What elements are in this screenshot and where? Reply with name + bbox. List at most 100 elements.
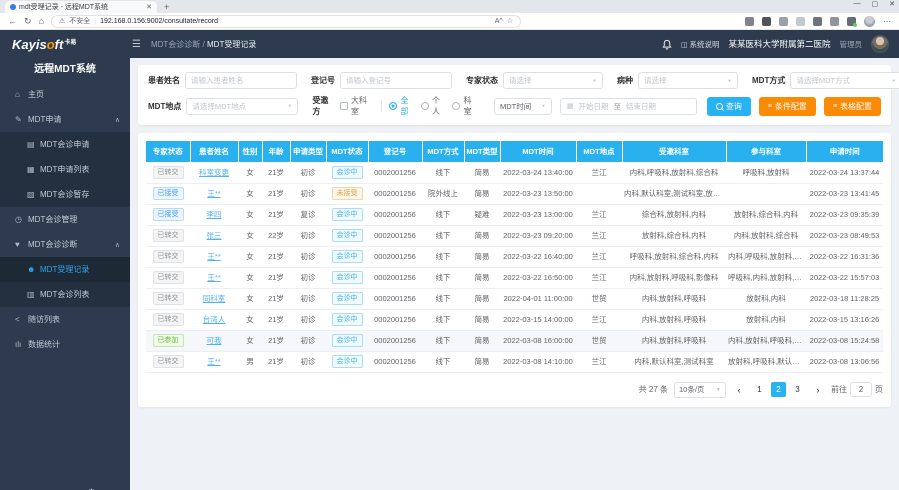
mdt-mode-select[interactable]: 请选择MDT方式▼ (790, 72, 899, 89)
table-cell: 兰江 (576, 225, 622, 246)
table-cell: 2022-03-15 13:16:26 (806, 309, 883, 330)
main-content: 患者姓名 登记号 专家状态 请选择▼ 病种 请选择▼ MDT方式 请选择MDT方… (130, 58, 899, 490)
reg-no-label: 登记号 (311, 75, 335, 86)
patient-name-link[interactable]: 可我 (207, 336, 222, 345)
column-header: MDT方式 (422, 141, 464, 162)
goto-page-input[interactable] (850, 382, 872, 397)
status-badge: 已转交 (153, 313, 184, 326)
extension-icon[interactable] (830, 17, 839, 26)
read-aloud-icon[interactable]: A^ (495, 18, 503, 25)
patient-name-link[interactable]: 王** (207, 273, 220, 282)
favorite-star-icon[interactable]: ☆ (507, 17, 513, 25)
patient-name-link[interactable]: 王** (207, 252, 220, 261)
table-cell: 线下 (422, 351, 464, 372)
sidebar-collapse-icon[interactable]: ☰ (132, 39, 141, 50)
browser-menu-icon[interactable]: ⋯ (883, 17, 891, 26)
browser-profile-icon[interactable] (864, 16, 875, 27)
extension-icon[interactable] (796, 17, 805, 26)
expert-status-label: 专家状态 (466, 75, 498, 86)
invitee-radio[interactable]: 科室 (452, 95, 476, 117)
patient-name-link[interactable]: 张三 (207, 231, 222, 240)
table-cell: 初诊 (290, 183, 326, 204)
invitee-radio[interactable]: 全部 (389, 95, 413, 117)
sidebar-subitem[interactable]: ▧MDT会诊暂存 (0, 182, 130, 207)
table-cell: 0002001256 (368, 288, 422, 309)
sidebar-item[interactable]: ◷MDT会诊管理 (0, 207, 130, 232)
tab-close-icon[interactable]: ✕ (146, 3, 152, 11)
patient-name-link[interactable]: 台湾人 (203, 315, 226, 324)
extension-icon[interactable] (813, 17, 822, 26)
patient-name-link[interactable]: 王** (207, 357, 220, 366)
sidebar-item[interactable]: ılı数据统计 (0, 332, 130, 357)
close-button[interactable]: ✕ (889, 0, 895, 8)
page-number-button[interactable]: 2 (771, 382, 786, 397)
table-cell: 兰江 (576, 162, 622, 183)
condition-config-button[interactable]: ≡条件配置 (759, 97, 816, 116)
prev-page-button[interactable]: ‹ (732, 385, 746, 395)
home-icon[interactable]: ⌂ (39, 14, 44, 29)
time-field-select[interactable]: MDT时间▼ (494, 98, 552, 115)
sidebar: 远程MDT系统 ⌂主页✎MDT申请∧▤MDT会诊申请▦MDT申请列表▧MDT会诊… (0, 58, 130, 490)
page-numbers: 123 (752, 382, 805, 397)
search-button[interactable]: 查询 (707, 97, 751, 116)
reg-no-input[interactable] (340, 72, 452, 89)
system-name: 远程MDT系统 (0, 58, 130, 82)
patient-name-link[interactable]: 科室变更 (199, 168, 229, 177)
app-logo: Kayisoft卡易 (0, 37, 130, 52)
sidebar-item[interactable]: ✎MDT申请∧ (0, 107, 130, 132)
table-row: 已转交同科室女21岁初诊会诊中0002001256线下简易2022-04-01 … (146, 288, 883, 309)
extension-icon[interactable] (779, 17, 788, 26)
patient-name-link[interactable]: 李四 (207, 210, 222, 219)
next-page-button[interactable]: › (811, 385, 825, 395)
extension-icon[interactable] (745, 17, 754, 26)
bell-icon[interactable] (662, 39, 672, 50)
window-controls: — ▢ ✕ (854, 0, 896, 8)
sidebar-subitem[interactable]: ▦MDT申请列表 (0, 157, 130, 182)
mdt-place-select[interactable]: 请选择MDT地点▼ (186, 98, 298, 115)
date-range-picker[interactable]: ▦ 开始日期 至 结束日期 (560, 98, 697, 115)
status-badge: 已参加 (153, 334, 184, 347)
page-size-select[interactable]: 10条/页▼ (674, 382, 726, 398)
browser-tab[interactable]: mdt受理记录 - 远程MDT系统 ✕ (5, 1, 157, 13)
table-config-button[interactable]: ≡表格配置 (824, 97, 881, 116)
sidebar-subitem[interactable]: ☻MDT受理记录 (0, 257, 130, 282)
big-dept-checkbox[interactable] (340, 102, 348, 110)
table-cell: 内科,放射科,呼吸科 (622, 288, 726, 309)
sidebar-item[interactable]: ♥MDT会诊诊断∧ (0, 232, 130, 257)
table-cell: 放射科,内科 (726, 288, 806, 309)
address-bar[interactable]: ⚠ 不安全 | 192.168.0.156:9002/consultate/re… (51, 15, 521, 28)
patient-name-input[interactable] (185, 72, 297, 89)
back-icon[interactable]: ← (8, 14, 17, 29)
table-cell: 2022-04-01 11:00:00 (500, 288, 576, 309)
table-cell: 王** (190, 267, 238, 288)
extension-icon[interactable] (847, 17, 856, 26)
pagination: 共 27 条 10条/页▼ ‹ 123 › 前往页 (146, 382, 883, 398)
maximize-button[interactable]: ▢ (872, 0, 879, 8)
patient-name-link[interactable]: 同科室 (203, 294, 226, 303)
table-cell: 2022-03-08 14:10:00 (500, 351, 576, 372)
table-cell: 会诊中 (326, 162, 368, 183)
invitee-radio[interactable]: 个人 (421, 95, 445, 117)
page-number-button[interactable]: 1 (752, 382, 767, 397)
minimize-button[interactable]: — (854, 0, 861, 8)
new-tab-button[interactable]: + (164, 2, 169, 13)
sidebar-subitem[interactable]: ▤MDT会诊申请 (0, 132, 130, 157)
patient-name-link[interactable]: 王** (207, 189, 220, 198)
user-avatar[interactable] (871, 35, 889, 53)
column-header: MDT地点 (576, 141, 622, 162)
tab-title: mdt受理记录 - 远程MDT系统 (19, 2, 143, 12)
disease-label: 病种 (617, 75, 633, 86)
expert-status-select[interactable]: 请选择▼ (503, 72, 603, 89)
table-header-row: 专家状态患者姓名性别年龄申请类型MDT状态登记号MDT方式MDT类型MDT时间M… (146, 141, 883, 162)
sidebar-item[interactable]: ⌂主页 (0, 82, 130, 107)
sidebar-subitem[interactable]: ▥MDT会诊列表 (0, 282, 130, 307)
table-cell: 已转交 (146, 288, 190, 309)
disease-select[interactable]: 请选择▼ (638, 72, 738, 89)
extension-icon[interactable] (762, 17, 771, 26)
table-cell: 初诊 (290, 246, 326, 267)
table-row: 已转交王**女21岁初诊会诊中0002001256线下简易2022-03-22 … (146, 267, 883, 288)
sidebar-item[interactable]: <随访列表 (0, 307, 130, 332)
page-number-button[interactable]: 3 (790, 382, 805, 397)
reload-icon[interactable]: ↻ (24, 14, 32, 29)
system-help-link[interactable]: ◫系统说明 (681, 39, 720, 50)
